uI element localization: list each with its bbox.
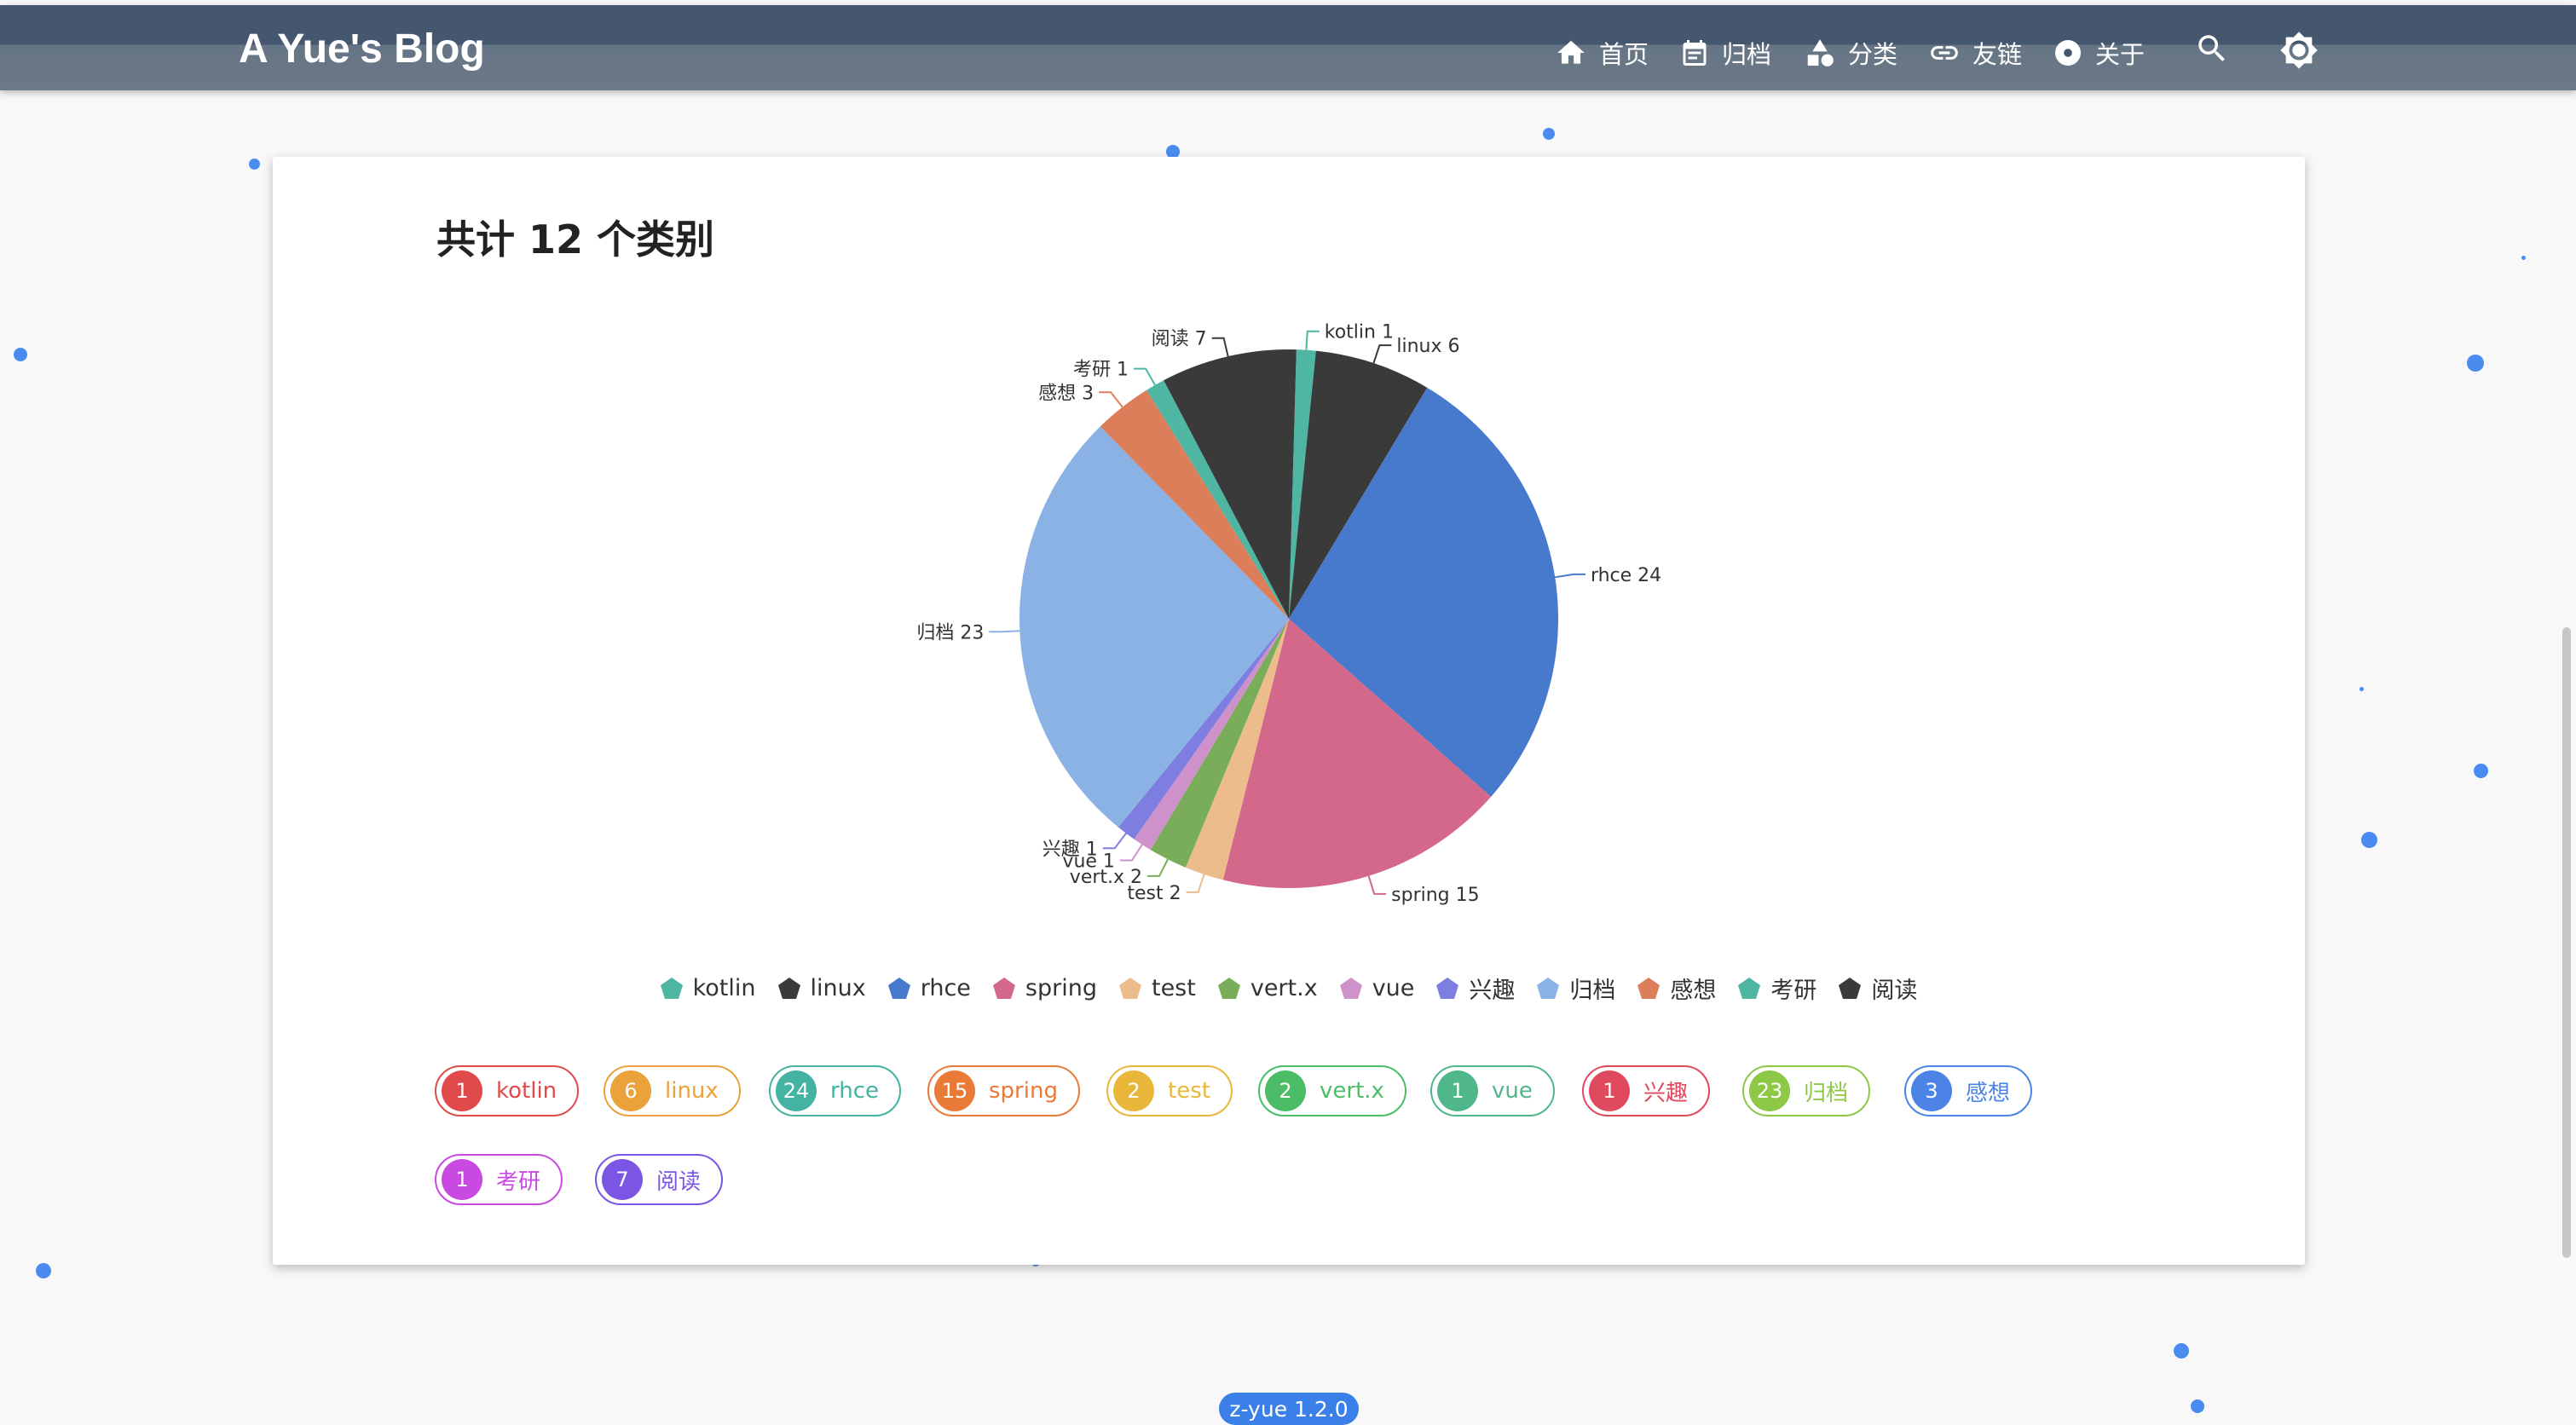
category-tag-归档[interactable]: 23 归档 [1742, 1065, 1871, 1116]
pie-label-line [1119, 844, 1143, 862]
pie-label-line [1099, 391, 1123, 408]
legend-label: vue [1372, 975, 1415, 1001]
tag-count: 15 [934, 1070, 975, 1111]
pie-label-linux: linux 6 [1396, 336, 1459, 357]
tag-label: 感想 [1966, 1080, 2011, 1106]
tag-count: 23 [1749, 1070, 1790, 1111]
category-pie-chart: kotlin 1linux 6rhce 24spring 15test 2ver… [916, 322, 1661, 906]
legend-label: kotlin [692, 975, 756, 1001]
legend-item-vue[interactable]: vue [1338, 972, 1415, 1005]
tag-count: 1 [442, 1070, 482, 1111]
category-tag-test[interactable]: 2 test [1106, 1065, 1233, 1116]
tag-label: vert.x [1320, 1078, 1384, 1104]
pie-label-kotlin: kotlin 1 [1325, 322, 1394, 343]
legend-label: 感想 [1670, 978, 1717, 1004]
legend-label: 阅读 [1871, 978, 1918, 1004]
legend-pentagon-icon [887, 977, 910, 999]
legend-item-感想[interactable]: 感想 [1636, 972, 1716, 1005]
tag-label: 兴趣 [1643, 1080, 1689, 1106]
pie-label-line [1186, 874, 1205, 893]
legend-pentagon-icon [660, 977, 683, 999]
category-tag-感想[interactable]: 3 感想 [1904, 1065, 2033, 1116]
tag-label: test [1168, 1078, 1210, 1104]
legend-item-linux[interactable]: linux [777, 972, 866, 1005]
tag-label: spring [989, 1078, 1058, 1104]
category-tag-spring[interactable]: 15 spring [927, 1065, 1080, 1116]
legend-item-归档[interactable]: 归档 [1535, 972, 1615, 1005]
tag-label: linux [665, 1078, 719, 1104]
pie-label-line [1134, 367, 1156, 386]
tag-label: 阅读 [656, 1168, 702, 1195]
legend-label: linux [810, 975, 866, 1001]
pie-label-line [1367, 875, 1387, 895]
pie-label-考研: 考研 1 [1073, 360, 1129, 381]
category-tag-kotlin[interactable]: 1 kotlin [435, 1065, 580, 1116]
tag-count: 7 [602, 1159, 643, 1200]
pie-label-line [1555, 573, 1585, 579]
pie-label-line [1305, 330, 1320, 350]
legend-item-spring[interactable]: spring [991, 972, 1097, 1005]
pie-label-line [1102, 833, 1127, 850]
legend-label: 兴趣 [1469, 978, 1516, 1004]
legend-label: rhce [920, 975, 971, 1001]
tag-label: vue [1492, 1078, 1533, 1104]
tag-count: 2 [1113, 1070, 1154, 1111]
pie-label-归档: 归档 23 [916, 622, 984, 643]
legend-item-kotlin[interactable]: kotlin [659, 972, 756, 1005]
pie-label-line [1147, 858, 1169, 877]
pie-label-line [989, 630, 1020, 633]
tag-label: 归档 [1804, 1080, 1849, 1106]
pie-label-阅读: 阅读 7 [1152, 329, 1207, 350]
legend-label: vert.x [1250, 975, 1318, 1001]
legend-pentagon-icon [992, 977, 1015, 999]
version-badge: z-yue 1.2.0 [1219, 1393, 1359, 1425]
pie-label-line [1372, 344, 1392, 364]
legend-item-test[interactable]: test [1118, 972, 1196, 1005]
pie-label-spring: spring 15 [1391, 885, 1479, 906]
tag-count: 3 [1911, 1070, 1952, 1111]
legend-pentagon-icon [1637, 977, 1661, 999]
legend-pentagon-icon [777, 977, 800, 999]
tag-count: 1 [1589, 1070, 1630, 1111]
legend-pentagon-icon [1537, 977, 1560, 999]
category-tag-考研[interactable]: 1 考研 [435, 1154, 563, 1205]
legend-pentagon-icon [1118, 977, 1141, 999]
legend-pentagon-icon [1217, 977, 1240, 999]
legend-label: test [1151, 975, 1196, 1001]
category-tag-兴趣[interactable]: 1 兴趣 [1582, 1065, 1711, 1116]
category-tag-阅读[interactable]: 7 阅读 [595, 1154, 724, 1205]
pie-label-感想: 感想 3 [1038, 383, 1094, 404]
chart-legend: kotlin linux rhce spring test vert.x vue 兴趣 归档 感想… [0, 972, 2576, 1005]
scrollbar[interactable] [2562, 627, 2571, 1258]
pie-label-rhce: rhce 24 [1591, 565, 1661, 586]
category-tag-linux[interactable]: 6 linux [604, 1065, 741, 1116]
tag-count: 1 [1437, 1070, 1478, 1111]
legend-item-阅读[interactable]: 阅读 [1837, 972, 1917, 1005]
tag-count: 6 [610, 1070, 651, 1111]
tag-label: kotlin [496, 1078, 557, 1104]
tag-count: 24 [776, 1070, 817, 1111]
tag-count: 1 [442, 1159, 482, 1200]
tag-label: 考研 [496, 1168, 541, 1195]
pie-label-line [1211, 337, 1229, 357]
legend-label: spring [1025, 975, 1097, 1001]
pie-label-兴趣: 兴趣 1 [1043, 839, 1098, 860]
tag-count: 2 [1265, 1070, 1306, 1111]
legend-pentagon-icon [1339, 977, 1362, 999]
legend-item-兴趣[interactable]: 兴趣 [1435, 972, 1515, 1005]
legend-pentagon-icon [1436, 977, 1459, 999]
legend-item-考研[interactable]: 考研 [1736, 972, 1816, 1005]
category-tag-vue[interactable]: 1 vue [1430, 1065, 1555, 1116]
category-tag-rhce[interactable]: 24 rhce [769, 1065, 902, 1116]
tag-label: rhce [830, 1078, 880, 1104]
legend-item-vert.x[interactable]: vert.x [1216, 972, 1318, 1005]
category-tag-vert.x[interactable]: 2 vert.x [1258, 1065, 1406, 1116]
legend-pentagon-icon [1738, 977, 1761, 999]
legend-label: 归档 [1569, 978, 1616, 1004]
legend-pentagon-icon [1839, 977, 1862, 999]
legend-item-rhce[interactable]: rhce [887, 972, 971, 1005]
legend-label: 考研 [1770, 978, 1817, 1004]
